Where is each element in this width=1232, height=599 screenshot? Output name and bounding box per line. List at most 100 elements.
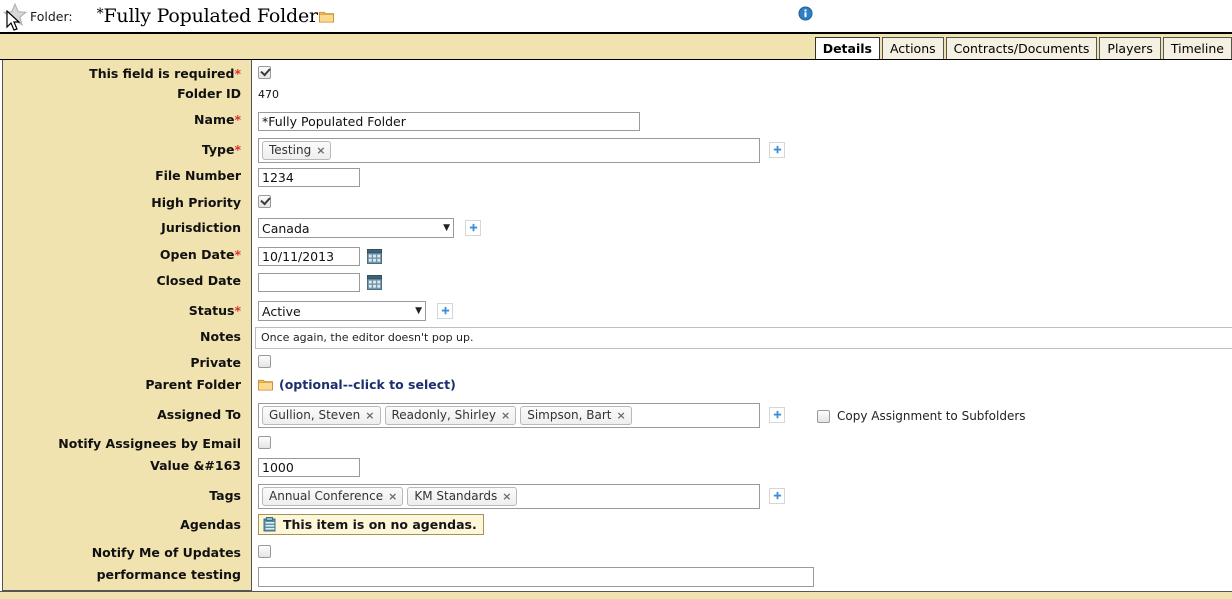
add-tag-button[interactable]	[769, 488, 785, 504]
row-jurisdiction: Jurisdiction Canada ▼	[0, 218, 1232, 247]
label-file-number: File Number	[155, 168, 241, 183]
chevron-down-icon: ▼	[443, 223, 450, 233]
calendar-icon-closed-date[interactable]	[367, 275, 382, 290]
folder-icon[interactable]	[318, 10, 334, 23]
token-remove-icon[interactable]: ×	[501, 409, 510, 422]
value-input[interactable]	[258, 458, 360, 477]
token-remove-icon[interactable]: ×	[617, 409, 626, 422]
add-jurisdiction-button[interactable]	[465, 220, 481, 236]
chevron-down-icon: ▼	[415, 306, 422, 316]
value-folder-id: 470	[258, 88, 279, 101]
token-label: Gullion, Steven	[269, 408, 361, 422]
plus-icon	[469, 223, 477, 231]
page-title: *Fully Populated Folder	[97, 5, 334, 27]
tab-timeline[interactable]: Timeline	[1162, 37, 1232, 59]
clipboard-icon	[263, 517, 276, 532]
notes-editor[interactable]: Once again, the editor doesn't pop up.	[255, 327, 1232, 349]
required-asterisk-open-date: *	[234, 247, 241, 262]
info-icon[interactable]	[798, 6, 813, 21]
calendar-icon-open-date[interactable]	[367, 249, 382, 264]
jurisdiction-value: Canada	[262, 220, 310, 236]
row-assigned-to: Assigned To Gullion, Steven × Readonly, …	[0, 403, 1232, 433]
token-remove-icon[interactable]: ×	[316, 144, 325, 157]
token-label: KM Standards	[414, 489, 498, 503]
plus-icon	[773, 410, 781, 418]
row-performance-testing: performance testing	[0, 567, 1232, 593]
assigned-to-token-field[interactable]: Gullion, Steven × Readonly, Shirley × Si…	[258, 403, 760, 428]
type-token-field[interactable]: Testing ×	[258, 138, 760, 163]
label-open-date: Open Date*	[159, 247, 241, 262]
tab-details[interactable]: Details	[814, 37, 880, 59]
notify-assignees-checkbox[interactable]	[258, 436, 271, 449]
row-high-priority: High Priority	[0, 193, 1232, 218]
tags-token-field[interactable]: Annual Conference × KM Standards ×	[258, 484, 760, 509]
jurisdiction-select[interactable]: Canada ▼	[258, 218, 454, 238]
file-number-input[interactable]	[258, 168, 360, 187]
row-required-field: This field is required*	[0, 60, 1232, 86]
agendas-status-badge[interactable]: This item is on no agendas.	[258, 514, 484, 535]
status-value: Active	[262, 303, 301, 319]
token-assignee-3[interactable]: Simpson, Bart ×	[520, 406, 632, 425]
add-type-button[interactable]	[769, 142, 785, 158]
token-label: Testing	[269, 143, 312, 157]
name-input[interactable]	[258, 112, 640, 131]
token-tag-1[interactable]: Annual Conference ×	[262, 487, 404, 506]
tab-actions[interactable]: Actions	[881, 37, 944, 59]
label-notify-me: Notify Me of Updates	[91, 545, 241, 560]
token-label: Annual Conference	[269, 489, 384, 503]
details-form: This field is required* Folder ID 470 Na…	[0, 60, 1232, 599]
label-value: Value &#163	[150, 458, 241, 473]
label-type: Type*	[201, 142, 241, 157]
plus-icon	[773, 491, 781, 499]
token-remove-icon[interactable]: ×	[365, 409, 374, 422]
open-date-input[interactable]	[258, 247, 360, 266]
row-private: Private	[0, 353, 1232, 377]
copy-assignment-checkbox[interactable]	[817, 409, 830, 423]
label-private: Private	[190, 355, 241, 370]
token-assignee-1[interactable]: Gullion, Steven ×	[262, 406, 381, 425]
token-type-testing[interactable]: Testing ×	[262, 141, 332, 160]
token-label: Readonly, Shirley	[391, 408, 496, 422]
label-parent-folder: Parent Folder	[145, 377, 241, 392]
plus-icon	[441, 306, 449, 314]
notify-me-checkbox[interactable]	[258, 545, 271, 558]
copy-assignment-label: Copy Assignment to Subfolders	[837, 409, 1026, 423]
label-folder-id: Folder ID	[177, 86, 241, 101]
token-remove-icon[interactable]: ×	[388, 490, 397, 503]
row-value: Value &#163	[0, 458, 1232, 484]
private-checkbox[interactable]	[258, 355, 271, 368]
row-notify-assignees: Notify Assignees by Email	[0, 433, 1232, 458]
add-status-button[interactable]	[437, 303, 453, 319]
token-assignee-2[interactable]: Readonly, Shirley ×	[384, 406, 517, 425]
high-priority-checkbox[interactable]	[258, 195, 271, 208]
token-remove-icon[interactable]: ×	[502, 490, 511, 503]
label-name: Name*	[194, 112, 241, 127]
required-asterisk-status: *	[234, 303, 241, 318]
tab-players[interactable]: Players	[1099, 37, 1161, 59]
required-asterisk-type: *	[234, 142, 241, 157]
row-type: Type* Testing ×	[0, 138, 1232, 168]
status-select[interactable]: Active ▼	[258, 301, 426, 321]
row-name: Name*	[0, 112, 1232, 138]
label-required-field: This field is required*	[89, 66, 241, 81]
closed-date-input[interactable]	[258, 273, 360, 292]
star-icon[interactable]	[2, 2, 28, 28]
label-tags: Tags	[209, 488, 241, 503]
add-assignee-button[interactable]	[769, 407, 785, 423]
label-jurisdiction: Jurisdiction	[161, 220, 241, 235]
tab-contracts-documents[interactable]: Contracts/Documents	[945, 37, 1098, 59]
folder-icon-parent[interactable]	[258, 378, 273, 391]
page-header: Folder: *Fully Populated Folder	[0, 0, 1232, 32]
label-agendas: Agendas	[180, 517, 241, 532]
row-status: Status* Active ▼	[0, 301, 1232, 327]
required-field-checkbox[interactable]	[258, 66, 271, 79]
row-notify-me: Notify Me of Updates	[0, 542, 1232, 567]
row-folder-id: Folder ID 470	[0, 86, 1232, 112]
required-asterisk-name: *	[234, 112, 241, 127]
parent-folder-select-link[interactable]: (optional--click to select)	[279, 377, 456, 392]
performance-testing-input[interactable]	[258, 567, 814, 587]
token-tag-2[interactable]: KM Standards ×	[407, 487, 518, 506]
label-notify-assignees: Notify Assignees by Email	[58, 436, 241, 451]
label-status: Status*	[188, 303, 241, 318]
row-notes: Notes Once again, the editor doesn't pop…	[0, 327, 1232, 353]
